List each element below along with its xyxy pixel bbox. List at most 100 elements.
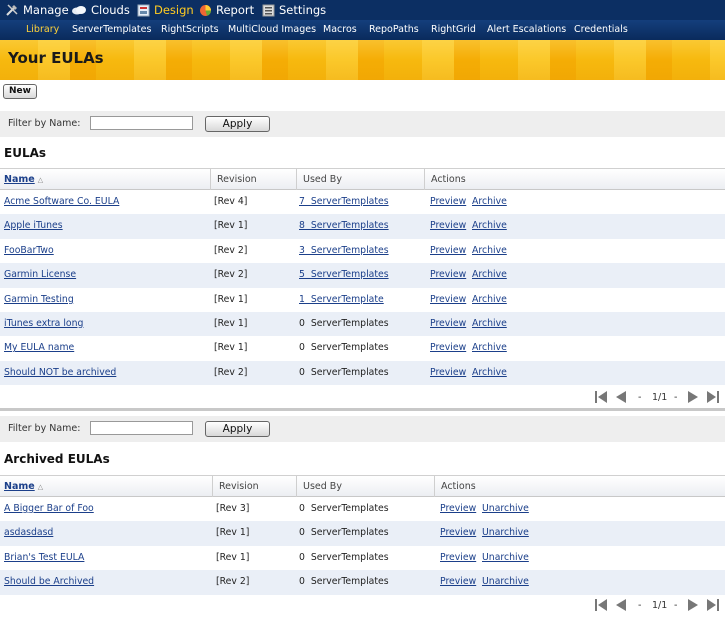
eula-name-link[interactable]: iTunes extra long <box>4 312 83 336</box>
used-by-link[interactable]: 8 ServerTemplates <box>299 214 389 238</box>
page-title: Your EULAs <box>8 49 104 67</box>
column-header-revision: Revision <box>212 476 296 497</box>
used-by-link[interactable]: 5 ServerTemplates <box>299 263 389 287</box>
banner-shade <box>0 40 725 80</box>
archive-link[interactable]: Archive <box>472 288 507 312</box>
used-by-value: 0 ServerTemplates <box>299 527 389 539</box>
archive-link[interactable]: Archive <box>472 361 507 385</box>
eula-name-link[interactable]: asdasdasd <box>4 521 53 545</box>
archive-link[interactable]: Archive <box>472 214 507 238</box>
nav-settings-label: Settings <box>279 3 327 17</box>
preview-link[interactable]: Preview <box>430 288 466 312</box>
subnav-library[interactable]: Library <box>26 20 59 40</box>
subnav-credentials[interactable]: Credentials <box>574 20 628 40</box>
eula-name-link[interactable]: Apple iTunes <box>4 214 63 238</box>
revision-value: [Rev 2] <box>214 366 248 378</box>
eula-name-link[interactable]: FooBarTwo <box>4 239 54 263</box>
top-nav: Manage Clouds Design Report Settings <box>0 0 725 20</box>
column-header-revision: Revision <box>210 169 296 190</box>
used-by-link[interactable]: 3 ServerTemplates <box>299 239 389 263</box>
preview-link[interactable]: Preview <box>430 214 466 238</box>
nav-clouds-label: Clouds <box>91 3 130 17</box>
eula-name-link[interactable]: Should NOT be archived <box>4 361 116 385</box>
preview-link[interactable]: Preview <box>430 336 466 360</box>
table-row: Apple iTunes [Rev 1] 8 ServerTemplates Prev… <box>0 214 725 239</box>
preview-link[interactable]: Preview <box>430 190 466 214</box>
archive-link[interactable]: Archive <box>472 239 507 263</box>
unarchive-link[interactable]: Unarchive <box>482 546 529 570</box>
nav-settings[interactable]: Settings <box>262 0 326 20</box>
table-row: FooBarTwo [Rev 2] 3 ServerTemplates Preview… <box>0 239 725 263</box>
pager-separator: - <box>674 392 678 403</box>
preview-link[interactable]: Preview <box>430 361 466 385</box>
column-header-label: Revision <box>217 174 257 185</box>
nav-design[interactable]: Design <box>137 0 194 20</box>
nav-manage[interactable]: Manage <box>5 0 69 20</box>
eula-name-link[interactable]: Should be Archived <box>4 570 94 594</box>
eula-name-link[interactable]: Brian's Test EULA <box>4 546 84 570</box>
first-page-icon[interactable] <box>594 598 608 615</box>
eula-name-link[interactable]: Garmin License <box>4 263 76 287</box>
eula-name-link[interactable]: Acme Software Co. EULA <box>4 190 119 214</box>
apply-button[interactable]: Apply <box>205 421 270 437</box>
last-page-icon[interactable] <box>706 598 720 615</box>
revision-value: [Rev 1] <box>216 551 250 563</box>
used-by-link[interactable]: 7 ServerTemplates <box>299 190 389 214</box>
new-button[interactable]: New <box>3 84 37 99</box>
subnav-rightgrid[interactable]: RightGrid <box>431 20 476 40</box>
nav-manage-label: Manage <box>23 3 69 17</box>
section-divider <box>0 408 725 411</box>
archive-link[interactable]: Archive <box>472 263 507 287</box>
preview-link[interactable]: Preview <box>430 312 466 336</box>
sort-by-name-link[interactable]: Name <box>4 174 35 185</box>
design-icon <box>137 4 150 16</box>
subnav-rightscripts[interactable]: RightScripts <box>161 20 219 40</box>
revision-value: [Rev 2] <box>214 269 248 281</box>
preview-link[interactable]: Preview <box>430 263 466 287</box>
archive-link[interactable]: Archive <box>472 190 507 214</box>
page-indicator: 1/1 <box>652 392 668 403</box>
filter-label: Filter by Name: <box>8 118 81 129</box>
unarchive-link[interactable]: Unarchive <box>482 521 529 545</box>
eulas-pager: -1/1- <box>594 390 724 406</box>
subnav-alert-escalations[interactable]: Alert Escalations <box>487 20 566 40</box>
sub-nav: Library ServerTemplates RightScripts Mul… <box>0 20 725 40</box>
next-page-icon[interactable] <box>686 390 700 407</box>
archive-link[interactable]: Archive <box>472 336 507 360</box>
unarchive-link[interactable]: Unarchive <box>482 497 529 521</box>
revision-value: [Rev 1] <box>216 527 250 539</box>
apply-button[interactable]: Apply <box>205 116 270 132</box>
nav-report[interactable]: Report <box>199 0 254 20</box>
archive-link[interactable]: Archive <box>472 312 507 336</box>
subnav-macros[interactable]: Macros <box>323 20 357 40</box>
column-header-label: Actions <box>431 174 466 185</box>
previous-page-icon[interactable] <box>614 598 628 615</box>
last-page-icon[interactable] <box>706 390 720 407</box>
used-by-link[interactable]: 1 ServerTemplate <box>299 288 384 312</box>
preview-link[interactable]: Preview <box>440 546 476 570</box>
previous-page-icon[interactable] <box>614 390 628 407</box>
next-page-icon[interactable] <box>686 598 700 615</box>
table-row: A Bigger Bar of Foo [Rev 3] 0 ServerTempla… <box>0 497 725 521</box>
subnav-multicloud-images[interactable]: MultiCloud Images <box>228 20 316 40</box>
preview-link[interactable]: Preview <box>440 521 476 545</box>
subnav-repopaths[interactable]: RepoPaths <box>369 20 419 40</box>
page-indicator: 1/1 <box>652 600 668 611</box>
sort-by-name-link[interactable]: Name <box>4 481 35 492</box>
sort-ascending-icon[interactable]: △ <box>38 170 43 191</box>
nav-clouds[interactable]: Clouds <box>71 0 130 20</box>
filter-name-input[interactable] <box>90 421 193 435</box>
sort-ascending-icon[interactable]: △ <box>38 477 43 498</box>
filter-name-input[interactable] <box>90 116 193 130</box>
preview-link[interactable]: Preview <box>440 570 476 594</box>
used-by-value: 0 ServerTemplates <box>299 366 389 378</box>
unarchive-link[interactable]: Unarchive <box>482 570 529 594</box>
subnav-servertemplates[interactable]: ServerTemplates <box>72 20 151 40</box>
eulas-section-title: EULAs <box>4 146 47 160</box>
eula-name-link[interactable]: Garmin Testing <box>4 288 74 312</box>
eula-name-link[interactable]: My EULA name <box>4 336 74 360</box>
preview-link[interactable]: Preview <box>440 497 476 521</box>
eula-name-link[interactable]: A Bigger Bar of Foo <box>4 497 94 521</box>
first-page-icon[interactable] <box>594 390 608 407</box>
preview-link[interactable]: Preview <box>430 239 466 263</box>
